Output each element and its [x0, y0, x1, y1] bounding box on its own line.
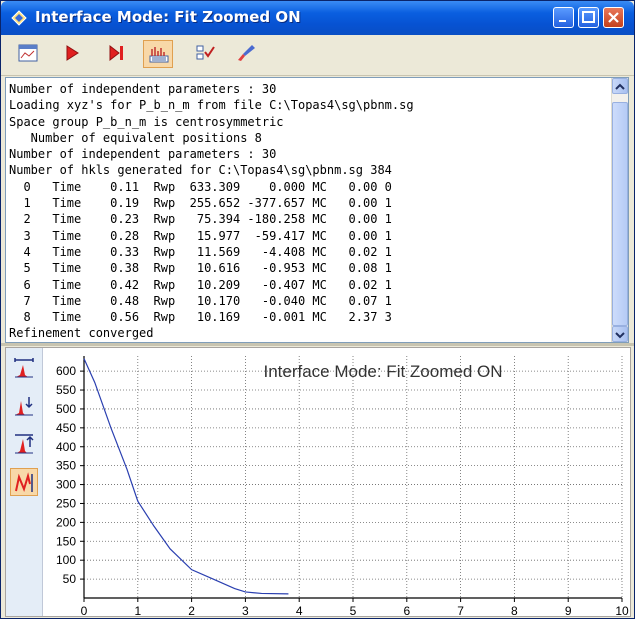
x-tick-label: 9	[565, 604, 572, 616]
console-line: Number of independent parameters : 30	[9, 82, 277, 96]
console-line: 4 Time 0.33 Rwp 11.569 -4.408 MC 0.02 1	[9, 244, 392, 259]
x-tick-label: 6	[403, 604, 410, 616]
y-tick-label: 350	[56, 459, 76, 473]
x-tick-label: 1	[134, 604, 141, 616]
x-tick-label: 4	[296, 604, 303, 616]
app-diamond-icon	[11, 10, 27, 26]
step-button[interactable]	[101, 40, 131, 68]
console-line: 8 Time 0.56 Rwp 10.169 -0.001 MC 2.37 3	[9, 310, 392, 325]
console-line: 2 Time 0.23 Rwp 75.394 -180.258 MC 0.00 …	[9, 212, 392, 227]
scroll-down-button[interactable]	[612, 326, 628, 342]
console-line: 0 Time 0.11 Rwp 633.309 0.000 MC 0.00 0	[9, 179, 392, 194]
output-console[interactable]: Number of independent parameters : 30 Loa…	[5, 77, 629, 343]
minimize-button[interactable]	[553, 7, 574, 28]
plot-sidebar	[6, 348, 43, 616]
fit-curve-button[interactable]	[10, 468, 38, 496]
x-tick-label: 8	[511, 604, 518, 616]
fit-width-icon	[14, 358, 34, 378]
console-line: Number of hkls generated for C:\Topas4\s…	[9, 163, 392, 178]
y-tick-label: 100	[56, 553, 76, 567]
maximize-icon	[582, 11, 595, 23]
plot-panel: 50 100 150 200 250 300 350 400 450 500 550 600 0 1 2 3…	[5, 347, 631, 617]
chart-canvas[interactable]: 50 100 150 200 250 300 350 400 450 500 550 600 0 1 2 3…	[42, 348, 630, 616]
x-tick-label: 0	[81, 604, 88, 616]
chart-title: Interface Mode: Fit Zoomed ON	[263, 362, 502, 381]
brush-icon	[238, 45, 255, 61]
vertical-scrollbar[interactable]	[611, 78, 628, 342]
fit-curve-icon	[15, 472, 33, 492]
y-tick-label: 200	[56, 515, 76, 529]
chart-axes	[80, 356, 623, 602]
chevron-down-icon	[615, 332, 625, 339]
brush-button[interactable]	[231, 40, 261, 68]
console-line: 3 Time 0.28 Rwp 15.977 -59.417 MC 0.00 1	[9, 228, 392, 243]
y-tick-label: 500	[56, 402, 76, 416]
maximize-button[interactable]	[578, 7, 599, 28]
console-line: 5 Time 0.38 Rwp 10.616 -0.953 MC 0.08 1	[9, 261, 392, 276]
y-tick-label: 400	[56, 440, 76, 454]
splitter[interactable]	[1, 343, 634, 346]
console-line: Number of independent parameters : 30	[9, 147, 277, 162]
y-tick-labels: 50 100 150 200 250 300 350 400 450 500 550 600	[56, 364, 76, 586]
title-bar[interactable]: Interface Mode: Fit Zoomed ON	[1, 1, 634, 35]
step-icon	[109, 44, 123, 62]
y-tick-label: 550	[56, 383, 76, 397]
y-tick-label: 450	[56, 421, 76, 435]
scroll-up-button[interactable]	[612, 78, 628, 94]
plot-icon	[149, 47, 169, 63]
run-icon	[66, 45, 79, 61]
console-line: Loading xyz's for P_b_n_m from file C:\T…	[9, 98, 414, 113]
x-tick-label: 10	[615, 604, 629, 616]
data-line	[83, 358, 289, 595]
y-tick-label: 600	[56, 364, 76, 378]
graph-window-icon	[18, 44, 38, 62]
console-line: 7 Time 0.48 Rwp 10.170 -0.040 MC 0.07 1	[9, 293, 392, 308]
zoom-up-button[interactable]	[10, 430, 38, 458]
console-line: Refinement converged	[9, 326, 154, 341]
minimize-icon	[559, 20, 566, 22]
y-tick-label: 250	[56, 496, 76, 510]
zoom-down-button[interactable]	[10, 392, 38, 420]
y-tick-label: 50	[63, 572, 77, 586]
close-icon	[608, 12, 619, 23]
toolbar	[1, 35, 634, 76]
console-text: Number of independent parameters : 30 Loa…	[9, 81, 414, 342]
console-line: Space group P_b_n_m is centrosymmetric	[9, 114, 284, 129]
x-tick-label: 5	[350, 604, 357, 616]
y-tick-label: 150	[56, 534, 76, 548]
scroll-thumb[interactable]	[612, 102, 628, 326]
window-title: Interface Mode: Fit Zoomed ON	[35, 8, 301, 26]
zoom-up-icon	[15, 434, 34, 454]
zoom-down-icon	[15, 397, 33, 416]
x-tick-label: 7	[457, 604, 464, 616]
main-window: Interface Mode: Fit Zoomed ON Number of …	[0, 0, 635, 619]
checklist-button[interactable]	[191, 40, 221, 68]
run-button[interactable]	[57, 40, 87, 68]
console-line: 6 Time 0.42 Rwp 10.209 -0.407 MC 0.02 1	[9, 277, 392, 292]
chart-grid	[84, 356, 623, 598]
y-tick-label: 300	[56, 478, 76, 492]
console-line: 1 Time 0.19 Rwp 255.652 -377.657 MC 0.00…	[9, 196, 392, 211]
x-tick-label: 3	[242, 604, 249, 616]
x-tick-label: 2	[188, 604, 195, 616]
chevron-up-icon	[615, 83, 625, 90]
console-line: Number of equivalent positions 8	[9, 130, 262, 145]
graph-window-button[interactable]	[13, 40, 43, 68]
plot-button[interactable]	[143, 40, 173, 68]
checklist-icon	[196, 45, 215, 60]
fit-width-button[interactable]	[10, 354, 38, 382]
x-tick-labels: 0 1 2 3 4 5 6 7 8 9 10	[81, 604, 629, 616]
close-button[interactable]	[603, 7, 624, 28]
